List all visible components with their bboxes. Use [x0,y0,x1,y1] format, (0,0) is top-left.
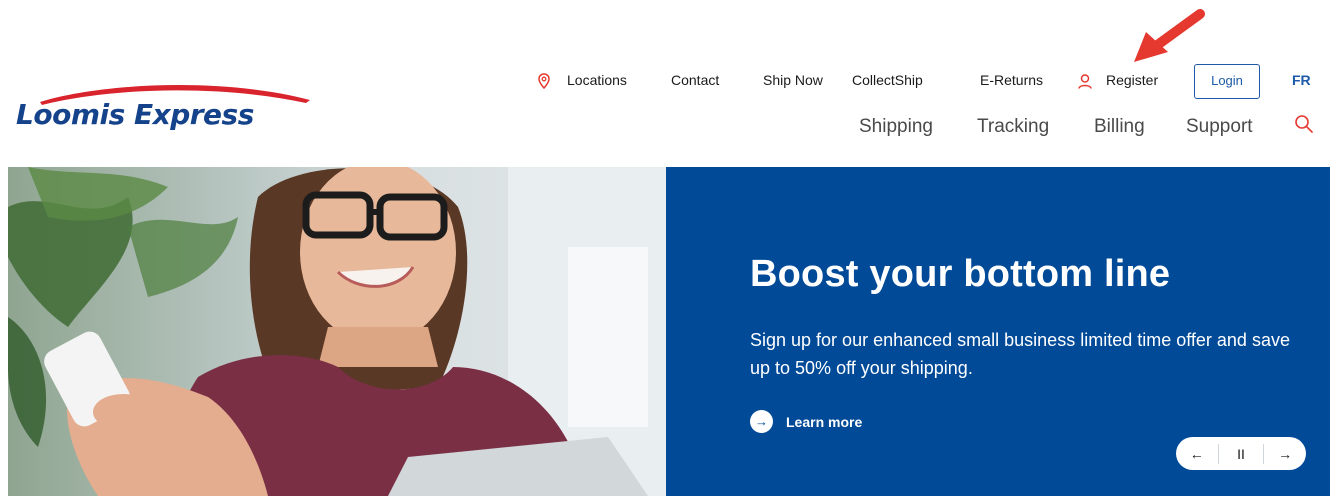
user-icon [1078,74,1092,89]
nav-collectship-link[interactable]: CollectShip [852,72,923,88]
main-nav: Shipping Tracking Billing Support [0,114,1330,144]
main-nav-shipping[interactable]: Shipping [859,116,933,138]
hero-carousel: Boost your bottom line Sign up for our e… [8,167,1330,496]
search-icon[interactable] [1294,114,1314,134]
hero-title: Boost your bottom line [750,253,1171,295]
hero-photo-illustration [8,167,666,496]
main-nav-billing[interactable]: Billing [1094,116,1145,138]
learn-more-label: Learn more [786,413,863,430]
hero-photo [8,167,666,496]
annotation-arrow-icon [1134,9,1205,62]
login-button[interactable]: Login [1194,64,1260,99]
nav-register-link[interactable]: Register [1106,72,1158,88]
carousel-divider [1262,443,1264,464]
utility-nav: Locations Contact Ship Now CollectShip E… [0,66,1330,96]
nav-contact-link[interactable]: Contact [671,72,719,88]
learn-more-link[interactable]: → Learn more [750,410,862,433]
carousel-next-button[interactable]: → [1265,446,1305,462]
hero-description: Sign up for our enhanced small business … [750,330,1290,378]
main-nav-support[interactable]: Support [1186,116,1253,138]
arrow-right-icon: → [750,410,773,433]
nav-ship-now-link[interactable]: Ship Now [763,72,823,88]
carousel-controls: ← II → [1176,437,1306,470]
carousel-divider [1218,443,1220,464]
map-pin-icon [538,73,550,89]
carousel-prev-button[interactable]: ← [1177,446,1217,462]
main-nav-tracking[interactable]: Tracking [977,116,1049,138]
nav-locations-link[interactable]: Locations [567,72,627,88]
carousel-pause-button[interactable]: II [1221,446,1261,462]
hero-promo-panel: Boost your bottom line Sign up for our e… [666,167,1330,496]
nav-e-returns-link[interactable]: E-Returns [980,72,1043,88]
language-toggle-fr[interactable]: FR [1292,72,1311,88]
